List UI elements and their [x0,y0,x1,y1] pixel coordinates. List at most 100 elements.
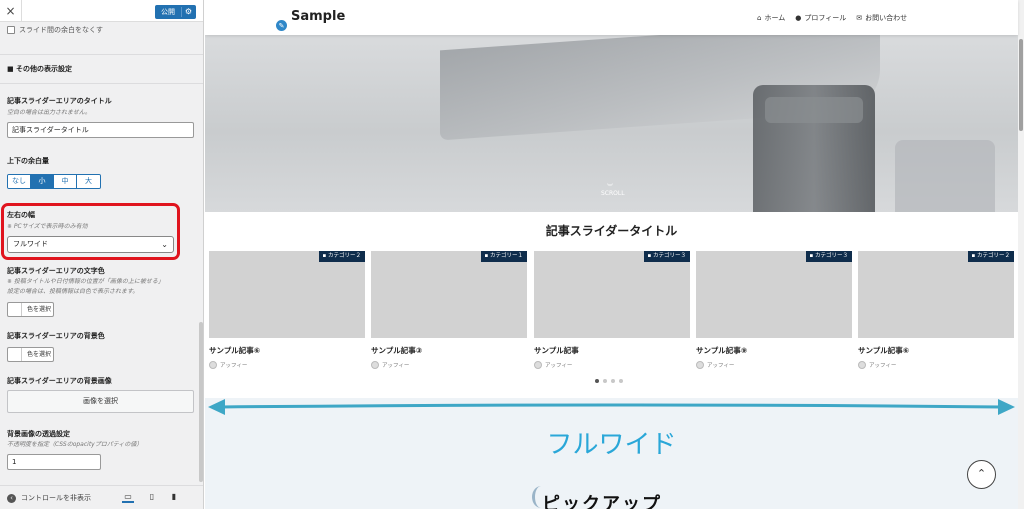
avatar [371,361,379,369]
nav-item-contact[interactable]: ✉ お問い合わせ [856,13,907,23]
select-image-button[interactable]: 画像を選択 [7,390,194,413]
avatar [696,361,704,369]
opacity-description: 不透明度を指定（CSSのopacityプロパティの値） [7,441,143,448]
person-icon: ● [795,14,802,22]
hero-image: ︾ SCROLL [205,35,1018,212]
desktop-icon[interactable]: ▭ [122,491,134,503]
spacing-button-group: なし 小 中 大 [7,174,101,189]
post-thumbnail: ▪ カテゴリー３ [696,251,852,338]
slider-title-label: 記事スライダーエリアのタイトル [7,97,112,105]
panel-footer: ‹ コントロールを非表示 ▭ ▯ ▮ [0,485,203,509]
preview-scrollbar-thumb[interactable] [1019,39,1023,131]
section-heading: ■ その他の表示設定 [7,65,73,73]
pagination-dot[interactable] [595,379,599,383]
nav-label: プロフィール [804,14,847,22]
global-nav: ⌂ ホーム ● プロフィール ✉ お問い合わせ [757,13,907,23]
post-thumbnail: ▪ カテゴリー２ [858,251,1014,338]
color-swatch [8,348,22,361]
pickup-heading: ピックアップ [542,494,662,509]
scroll-label: SCROLL [601,190,625,197]
close-button[interactable]: × [0,0,22,22]
pencil-icon[interactable]: ✎ [275,19,288,32]
no-slide-gap-checkbox[interactable] [7,26,15,34]
mail-icon: ✉ [856,14,863,22]
hero-lens-ring [765,97,863,123]
text-color-picker-button[interactable]: 色を選択 [7,302,54,317]
home-icon: ⌂ [757,14,762,22]
post-author: アッフィー [371,361,527,369]
color-button-label: 色を選択 [27,351,52,358]
scroll-indicator[interactable]: ︾ SCROLL [601,185,625,197]
double-arrow-annotation [208,399,1015,415]
post-thumbnail: ▪ カテゴリー１ [371,251,527,338]
panel-header: × 公開 ⚙ [0,0,203,22]
post-title: サンプル記事 [534,346,579,355]
mobile-icon[interactable]: ▮ [168,491,180,503]
post-card[interactable]: ▪ カテゴリー１ サンプル記事③ アッフィー [371,251,527,369]
back-to-top-button[interactable]: ⌃ [967,460,996,489]
post-title: サンプル記事⑥ [858,346,910,355]
slider-title-input[interactable]: 記事スライダータイトル [7,122,194,138]
spacing-option-medium[interactable]: 中 [54,175,77,188]
hide-controls-button[interactable]: ‹ コントロールを非表示 [7,493,91,503]
bg-color-picker-button[interactable]: 色を選択 [7,347,54,362]
pagination-dot[interactable] [611,379,615,383]
category-badge: ▪ カテゴリー２ [967,251,1014,262]
spacing-label: 上下の余白量 [7,157,49,165]
color-button-label: 色を選択 [27,306,52,313]
slider-title: 記事スライダータイトル [545,224,678,238]
highlight-box [1,203,180,260]
publish-divider [181,7,182,17]
category-badge: ▪ カテゴリー３ [643,251,690,262]
text-color-label: 記事スライダーエリアの文字色 [7,267,105,275]
customizer-panel: × 公開 ⚙ スライド間の余白をなくす ■ その他の表示設定 記事スライダーエリ… [0,0,204,509]
opacity-label: 背景画像の透過設定 [7,430,70,438]
post-thumbnail: ▪ カテゴリー２ [209,251,365,338]
post-title: サンプル記事⑥ [209,346,261,355]
site-title[interactable]: Sample [291,9,345,24]
spacing-option-none[interactable]: なし [8,175,31,188]
category-badge: ▪ カテゴリー２ [318,251,365,262]
post-card[interactable]: ▪ カテゴリー３ サンプル記事⑨ アッフィー [696,251,852,369]
post-card[interactable]: ▪ カテゴリー２ サンプル記事⑥ アッフィー [858,251,1014,369]
site-preview: ✎ Sample ⌂ ホーム ● プロフィール ✉ お問い合わせ ︾ SCROL… [205,0,1024,509]
collapse-icon: ‹ [7,493,16,503]
fullwide-annotation: フルワイド [546,430,677,460]
publish-button[interactable]: 公開 ⚙ [155,5,196,19]
site-header: ✎ Sample ⌂ ホーム ● プロフィール ✉ お問い合わせ [205,0,1018,35]
spacing-option-large[interactable]: 大 [77,175,100,188]
bg-color-label: 記事スライダーエリアの背景色 [7,332,105,340]
avatar [858,361,866,369]
avatar [534,361,542,369]
panel-scrollbar[interactable] [199,322,203,482]
nav-label: ホーム [764,14,786,22]
publish-label: 公開 [161,8,175,16]
no-slide-gap-option[interactable]: スライド間の余白をなくす [7,25,103,35]
bg-image-label: 記事スライダーエリアの背景画像 [7,377,112,385]
pagination-dot[interactable] [619,379,623,383]
avatar [209,361,217,369]
nav-item-home[interactable]: ⌂ ホーム [757,13,785,23]
divider [0,83,203,84]
slider-pagination [595,379,623,383]
text-color-description-line2: 設定の場合は、投稿情報は白色で表示されます。 [7,288,139,295]
category-badge: ▪ カテゴリー３ [805,251,852,262]
opacity-input[interactable]: 1 [7,454,101,470]
post-title: サンプル記事⑨ [696,346,748,355]
post-card[interactable]: ▪ カテゴリー２ サンプル記事⑥ アッフィー [209,251,365,369]
gear-icon[interactable]: ⚙ [185,5,192,19]
nav-label: お問い合わせ [865,14,908,22]
tablet-icon[interactable]: ▯ [146,491,158,503]
divider [0,54,203,55]
nav-item-profile[interactable]: ● プロフィール [795,13,846,23]
spacing-option-small[interactable]: 小 [31,175,54,188]
pagination-dot[interactable] [603,379,607,383]
post-author: アッフィー [858,361,1014,369]
category-badge: ▪ カテゴリー１ [480,251,527,262]
arrow-line [220,403,1002,409]
post-author: アッフィー [209,361,365,369]
color-swatch [8,303,22,316]
hero-cup-shape [895,140,995,212]
post-title: サンプル記事③ [371,346,423,355]
post-card[interactable]: ▪ カテゴリー３ サンプル記事 アッフィー [534,251,690,369]
